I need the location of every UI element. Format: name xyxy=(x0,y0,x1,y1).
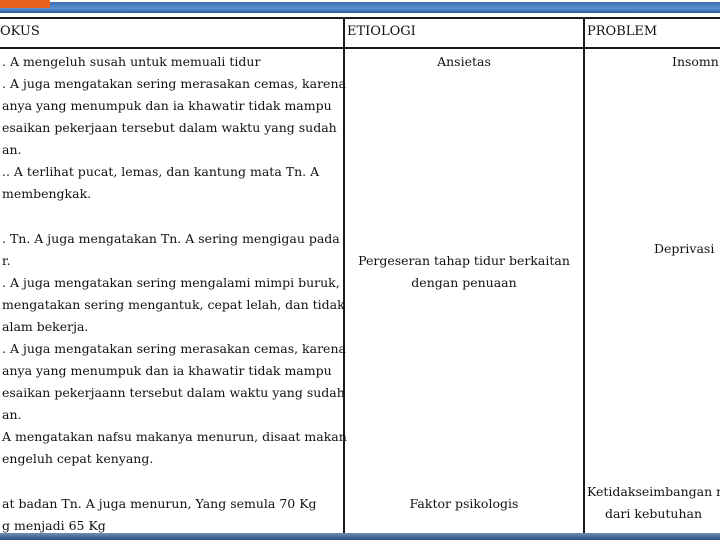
fokus-line: an. xyxy=(2,407,22,422)
row2-fokus: . Tn. A juga mengatakan Tn. A sering men… xyxy=(2,228,347,470)
header-fokus: OKUS xyxy=(0,24,40,39)
row1-problem: Insomn xyxy=(672,54,719,69)
problem-line: Ketidakseimbangan n xyxy=(587,484,720,499)
fokus-line: .. A terlihat pucat, lemas, dan kantung … xyxy=(2,164,320,179)
row2-problem: Deprivasi xyxy=(654,241,715,256)
fokus-line: engeluh cepat kenyang. xyxy=(2,451,154,466)
fokus-line: . A mengeluh susah untuk memuali tidur xyxy=(2,54,261,69)
table-top-border xyxy=(0,17,720,19)
etiologi-line: dengan penuaan xyxy=(411,275,517,290)
header-etiologi: ETIOLOGI xyxy=(347,24,416,39)
header-divider xyxy=(0,13,720,16)
fokus-line: A mengatakan nafsu makanya menurun, disa… xyxy=(2,429,347,444)
problem-line: dari kebutuhan xyxy=(604,506,703,521)
fokus-line: . A juga mengatakan sering mengalami mim… xyxy=(2,275,340,290)
fokus-line: an. xyxy=(2,142,22,157)
row3-etiologi: Faktor psikologis xyxy=(409,496,519,511)
header-band xyxy=(0,2,720,13)
fokus-line: esaikan pekerjaan tersebut dalam waktu y… xyxy=(2,120,337,135)
fokus-line: membengkak. xyxy=(2,186,92,201)
fokus-line: at badan Tn. A juga menurun, Yang semula… xyxy=(2,496,317,511)
header-bottom-border xyxy=(0,47,720,49)
fokus-line: anya yang menumpuk dan ia khawatir tidak… xyxy=(2,363,332,378)
row2-etiologi: Pergeseran tahap tidur berkaitan dengan … xyxy=(345,250,583,294)
fokus-line: alam bekerja. xyxy=(2,319,89,334)
fokus-line: mengatakan sering mengantuk, cepat lelah… xyxy=(2,297,345,312)
header-accent xyxy=(0,0,50,8)
fokus-line: . Tn. A juga mengatakan Tn. A sering men… xyxy=(2,231,340,246)
fokus-line: esaikan pekerjaann tersebut dalam waktu … xyxy=(2,385,345,400)
row1-etiologi: Ansietas xyxy=(437,54,491,69)
column-divider-2 xyxy=(583,17,585,533)
fokus-line: . A juga mengatakan sering merasakan cem… xyxy=(2,76,346,91)
fokus-line: r. xyxy=(2,253,11,268)
slide-header-bar xyxy=(0,0,720,16)
row3-problem: Ketidakseimbangan n dari kebutuhan xyxy=(587,481,720,525)
etiologi-line: Pergeseran tahap tidur berkaitan xyxy=(358,253,570,268)
fokus-line: . A juga mengatakan sering merasakan cem… xyxy=(2,341,346,356)
header-problem: PROBLEM xyxy=(587,24,658,39)
row1-fokus: . A mengeluh susah untuk memuali tidur .… xyxy=(2,51,346,205)
fokus-line: anya yang menumpuk dan ia khawatir tidak… xyxy=(2,98,332,113)
slide-footer-bar xyxy=(0,533,720,540)
row3-fokus: at badan Tn. A juga menurun, Yang semula… xyxy=(2,493,338,537)
